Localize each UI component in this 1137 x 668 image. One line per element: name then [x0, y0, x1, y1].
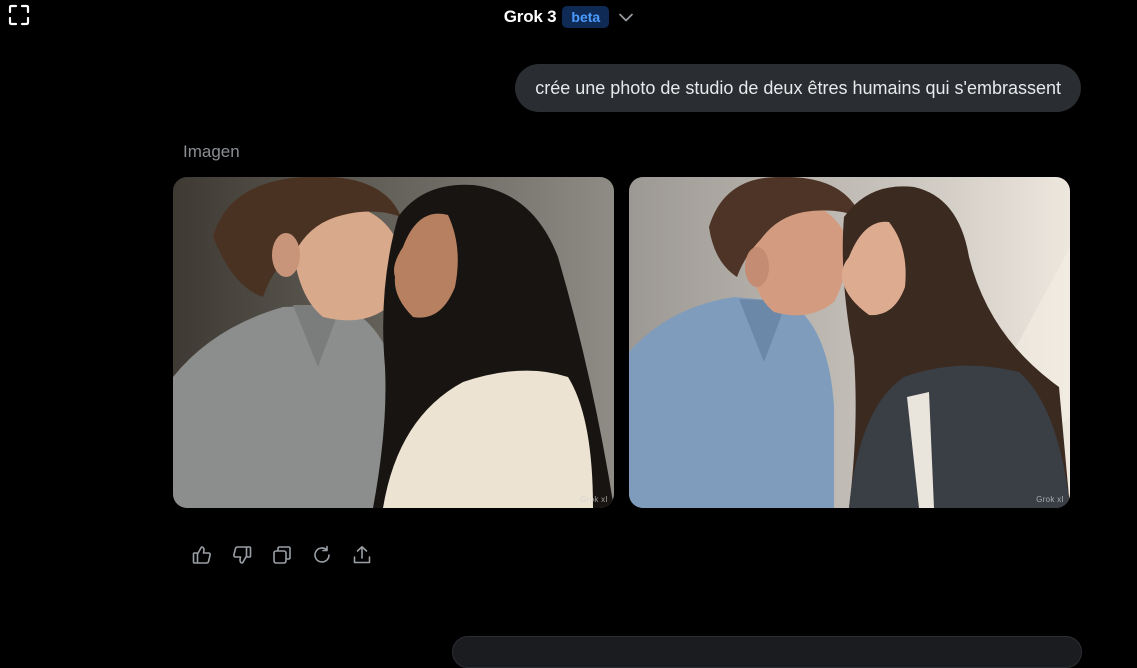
- model-name: Grok 3: [503, 7, 557, 26]
- chat-input[interactable]: [452, 636, 1082, 668]
- response-actions: [192, 545, 372, 570]
- image-watermark: Grok xI: [580, 495, 608, 504]
- dislike-button[interactable]: [232, 545, 252, 570]
- like-button[interactable]: [192, 545, 212, 570]
- regenerate-icon: [312, 545, 332, 570]
- response-label: Imagen: [183, 142, 240, 161]
- generated-image-2[interactable]: Grok xI: [629, 177, 1070, 508]
- chevron-down-icon: [619, 13, 634, 22]
- user-message-text: crée une photo de studio de deux êtres h…: [535, 77, 1061, 98]
- thumbs-down-icon: [232, 545, 252, 570]
- copy-button[interactable]: [272, 545, 292, 570]
- user-message-bubble: crée une photo de studio de deux êtres h…: [515, 64, 1081, 112]
- regenerate-button[interactable]: [312, 545, 332, 570]
- model-selector[interactable]: Grok 3 beta: [503, 6, 634, 28]
- image-watermark: Grok xI: [1036, 495, 1064, 504]
- share-button[interactable]: [352, 545, 372, 570]
- generated-image-1[interactable]: Grok xI: [173, 177, 614, 508]
- thumbs-up-icon: [192, 545, 212, 570]
- beta-badge: beta: [562, 6, 610, 28]
- copy-icon: [272, 545, 292, 570]
- header: Grok 3 beta: [0, 0, 1137, 34]
- share-icon: [352, 545, 372, 570]
